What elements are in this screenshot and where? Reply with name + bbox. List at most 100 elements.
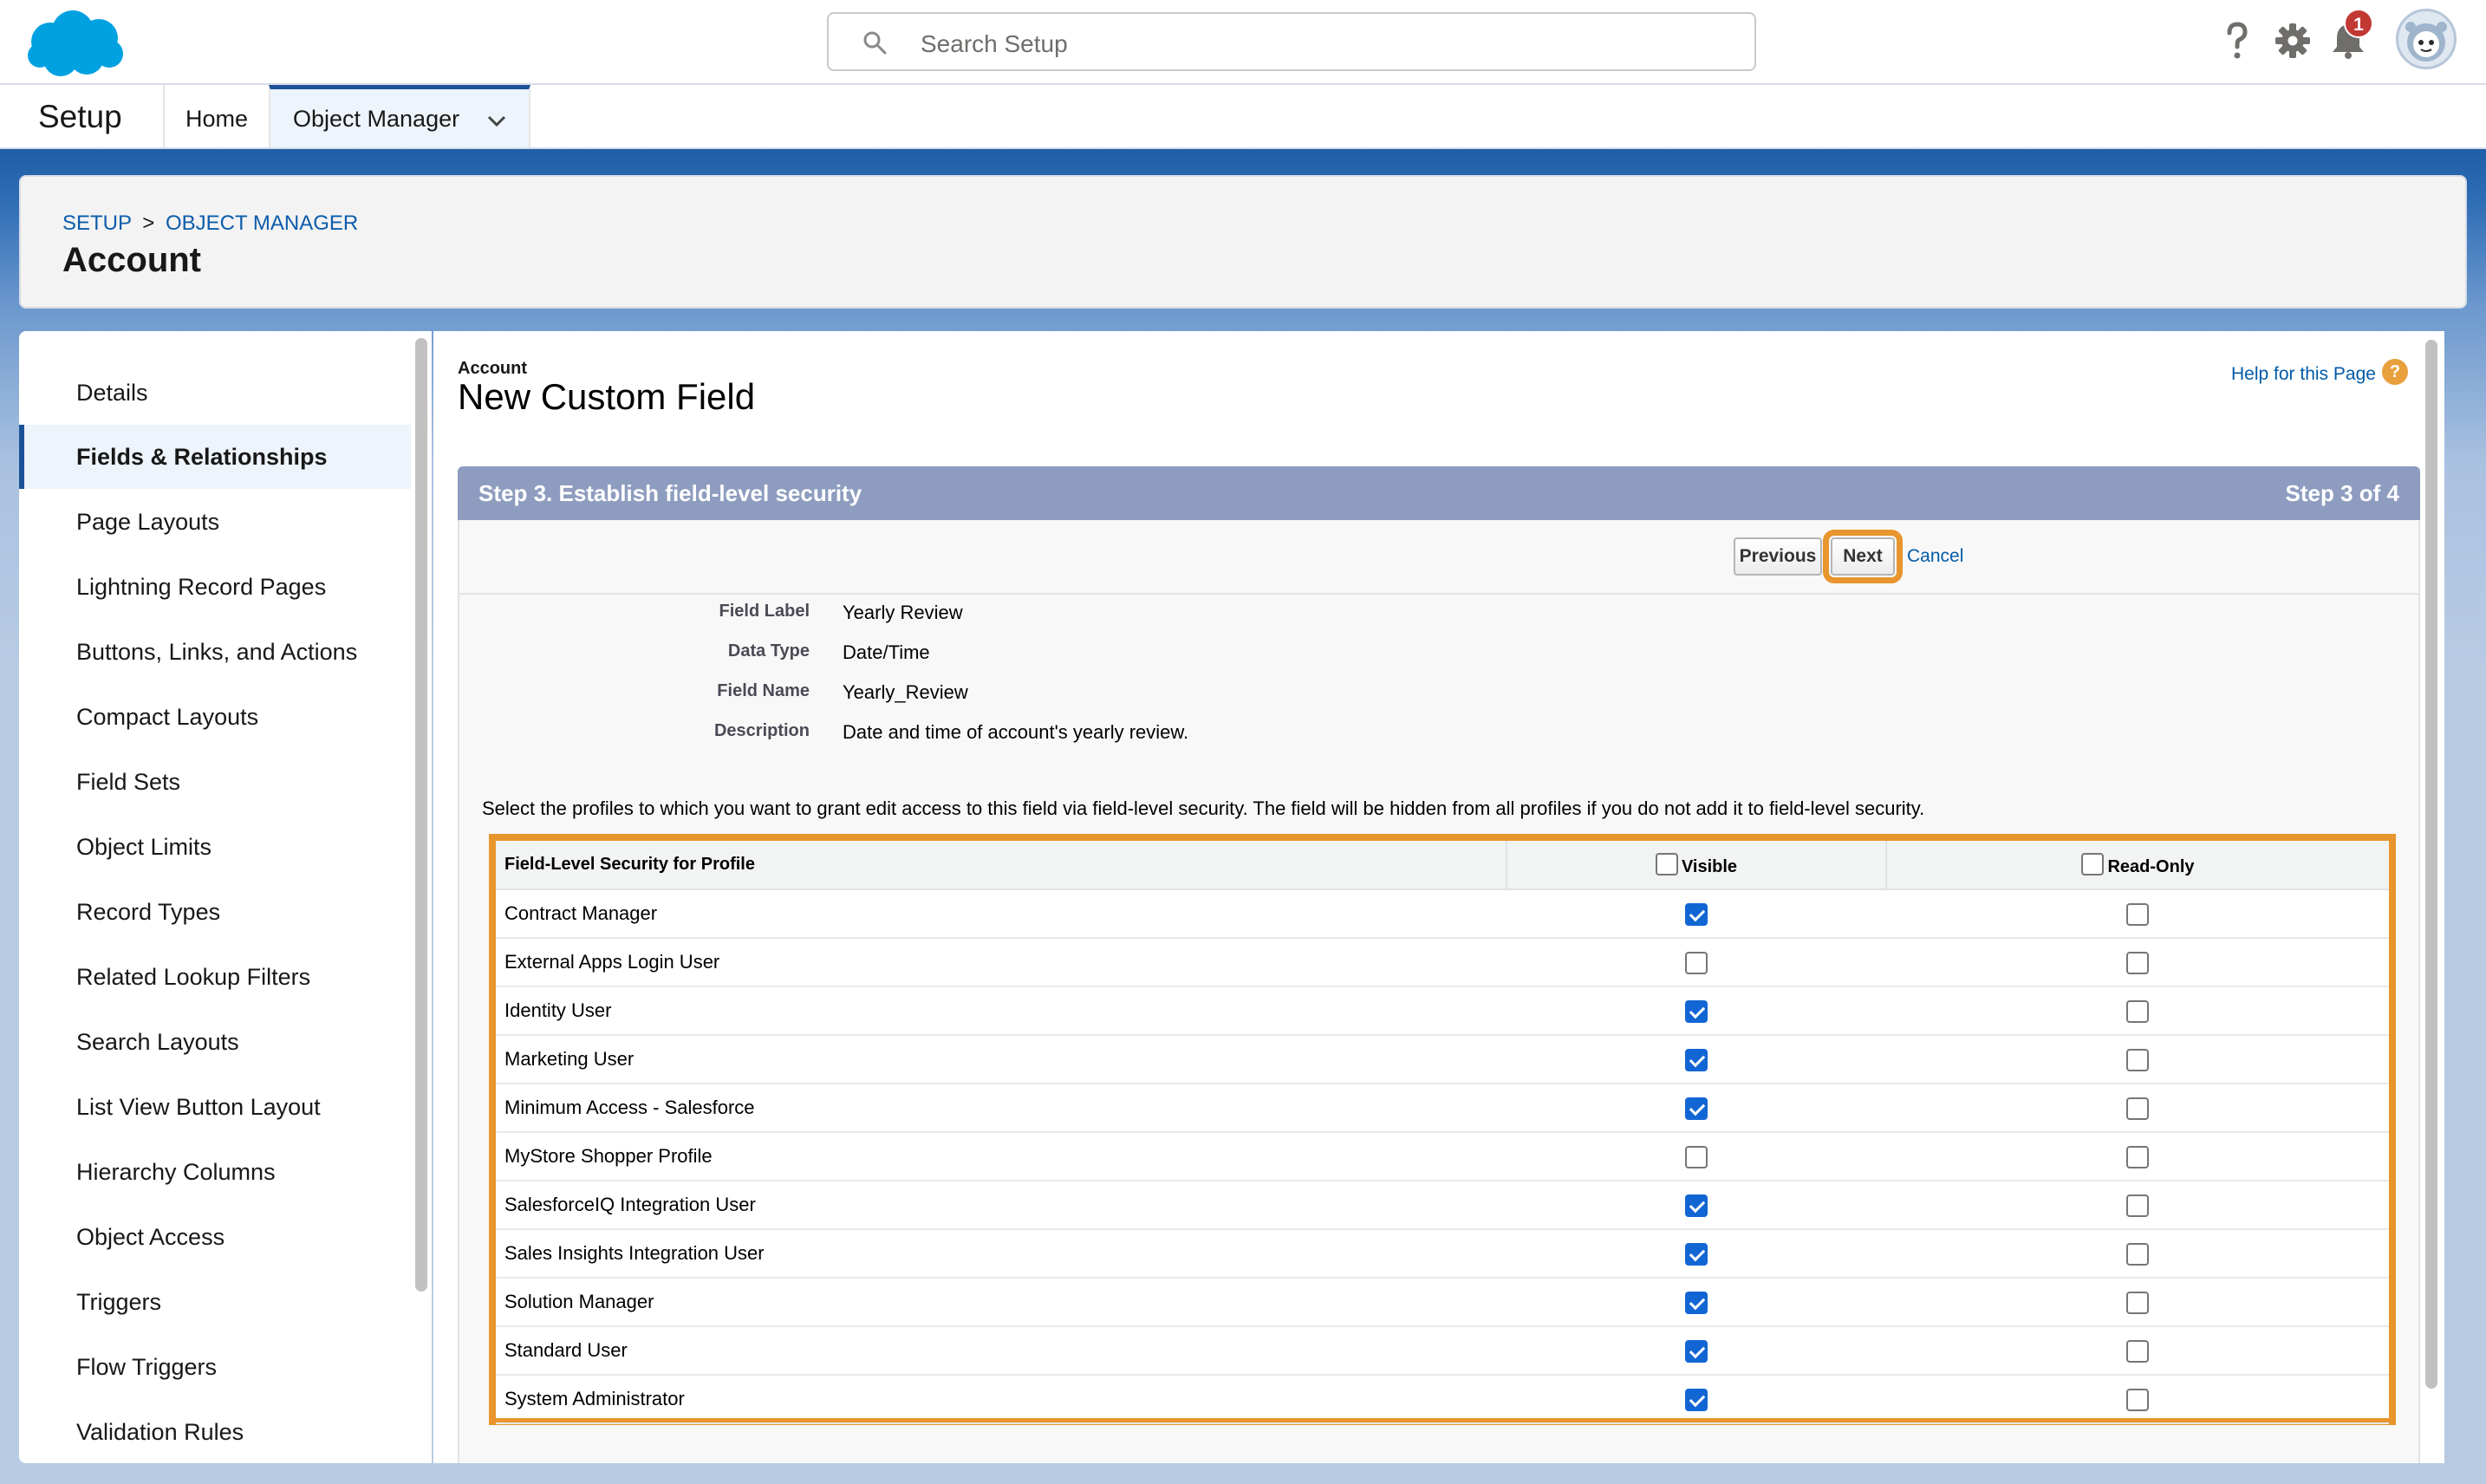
read-only-checkbox[interactable] <box>2126 1291 2149 1314</box>
table-header-row: Field-Level Security for Profile Visible… <box>496 841 2389 890</box>
main-content-panel: Account New Custom Field Help for this P… <box>433 331 2444 1463</box>
sidebar-item-validation-rules[interactable]: Validation Rules <box>19 1400 411 1463</box>
gear-icon[interactable] <box>2271 19 2314 62</box>
data-type-label: Data Type <box>727 641 810 661</box>
column-header-visible: Visible <box>1507 841 1887 890</box>
sidebar-item-record-types[interactable]: Record Types <box>19 880 411 944</box>
select-all-read-only-checkbox[interactable] <box>2081 852 2105 875</box>
profile-name: SalesforceIQ Integration User <box>496 1181 1507 1230</box>
salesforce-cloud-logo[interactable] <box>24 7 128 80</box>
chevron-down-icon[interactable] <box>484 108 510 134</box>
page-header-card: SETUP > OBJECT MANAGER Account <box>19 175 2467 309</box>
table-row: Sales Insights Integration User <box>496 1229 2389 1279</box>
main-scrollbar-thumb[interactable] <box>2425 340 2437 1389</box>
sidebar-scrollbar[interactable] <box>411 331 432 1463</box>
breadcrumb: SETUP > OBJECT MANAGER <box>62 212 358 236</box>
visible-checkbox[interactable] <box>1685 1242 1708 1266</box>
next-button[interactable]: Next <box>1823 530 1903 583</box>
avatar[interactable] <box>2396 9 2457 69</box>
help-circle-icon[interactable]: ? <box>2382 359 2408 385</box>
visible-checkbox[interactable] <box>1685 1145 1708 1168</box>
breadcrumb-setup[interactable]: SETUP <box>62 212 132 235</box>
visible-checkbox[interactable] <box>1685 1194 1708 1217</box>
column-header-profile: Field-Level Security for Profile <box>496 841 1507 890</box>
read-only-header-label: Read-Only <box>2107 856 2195 876</box>
sidebar-scrollbar-thumb[interactable] <box>415 338 427 1292</box>
previous-button[interactable]: Previous <box>1734 537 1822 576</box>
read-only-checkbox[interactable] <box>2126 1145 2149 1168</box>
context-nav-bar: Setup Home Object Manager <box>0 85 2486 149</box>
read-only-checkbox[interactable] <box>2126 1339 2149 1363</box>
help-icon[interactable] <box>2216 19 2259 62</box>
help-for-page-link[interactable]: Help for this Page <box>2231 364 2376 385</box>
main-scrollbar[interactable] <box>2420 331 2443 1463</box>
sidebar-item-related-lookup-filters[interactable]: Related Lookup Filters <box>19 945 411 1009</box>
tab-object-manager[interactable]: Object Manager <box>269 85 530 147</box>
read-only-checkbox[interactable] <box>2126 902 2149 926</box>
read-only-checkbox[interactable] <box>2126 1048 2149 1071</box>
field-name-label: Field Name <box>717 681 810 700</box>
visible-checkbox[interactable] <box>1685 902 1708 926</box>
sidebar-item-hierarchy-columns[interactable]: Hierarchy Columns <box>19 1140 411 1204</box>
sidebar-item-triggers[interactable]: Triggers <box>19 1270 411 1334</box>
read-only-checkbox[interactable] <box>2126 951 2149 974</box>
table-row: Identity User <box>496 986 2389 1036</box>
profile-name: Standard User <box>496 1326 1507 1376</box>
sidebar-item-compact-layouts[interactable]: Compact Layouts <box>19 685 411 749</box>
fls-table: Field-Level Security for Profile Visible… <box>496 841 2389 1424</box>
search-input[interactable]: Search Setup <box>827 12 1756 71</box>
sidebar-item-buttons-links-actions[interactable]: Buttons, Links, and Actions <box>19 620 411 684</box>
sidebar-item-flow-triggers[interactable]: Flow Triggers <box>19 1335 411 1399</box>
select-all-visible-checkbox[interactable] <box>1655 852 1678 875</box>
profile-name: External Apps Login User <box>496 938 1507 987</box>
profile-name: Solution Manager <box>496 1278 1507 1327</box>
step-header: Step 3. Establish field-level security S… <box>458 466 2420 520</box>
cancel-link[interactable]: Cancel <box>1907 546 1963 567</box>
step-title: Step 3. Establish field-level security <box>478 480 862 506</box>
table-row: Standard User <box>496 1326 2389 1376</box>
nav-divider <box>163 85 165 147</box>
visible-checkbox[interactable] <box>1685 951 1708 974</box>
sidebar-item-fields-relationships[interactable]: Fields & Relationships <box>19 425 411 489</box>
table-row: Minimum Access - Salesforce <box>496 1084 2389 1133</box>
sidebar-item-list-view-button-layout[interactable]: List View Button Layout <box>19 1075 411 1139</box>
read-only-checkbox[interactable] <box>2126 1388 2149 1411</box>
sidebar-item-object-limits[interactable]: Object Limits <box>19 815 411 879</box>
page-title: Account <box>62 241 201 279</box>
table-row: SalesforceIQ Integration User <box>496 1181 2389 1230</box>
step-count: Step 3 of 4 <box>2285 480 2399 506</box>
visible-checkbox[interactable] <box>1685 1097 1708 1120</box>
visible-checkbox[interactable] <box>1685 1339 1708 1363</box>
profile-name: MyStore Shopper Profile <box>496 1132 1507 1181</box>
breadcrumb-separator: > <box>142 212 155 235</box>
visible-checkbox[interactable] <box>1685 999 1708 1023</box>
visible-checkbox[interactable] <box>1685 1388 1708 1411</box>
sidebar-item-object-access[interactable]: Object Access <box>19 1205 411 1269</box>
field-label-value: Yearly Review <box>843 602 963 623</box>
profile-name: Marketing User <box>496 1035 1507 1084</box>
sidebar-item-lightning-record-pages[interactable]: Lightning Record Pages <box>19 555 411 619</box>
table-row: Contract Manager <box>496 889 2389 939</box>
read-only-checkbox[interactable] <box>2126 999 2149 1023</box>
field-label-label: Field Label <box>719 602 810 621</box>
sidebar-item-field-sets[interactable]: Field Sets <box>19 750 411 814</box>
profile-name: Sales Insights Integration User <box>496 1229 1507 1279</box>
visible-checkbox[interactable] <box>1685 1048 1708 1071</box>
app-name: Setup <box>38 99 122 134</box>
search-icon <box>863 31 887 55</box>
visible-checkbox[interactable] <box>1685 1291 1708 1314</box>
sidebar-item-page-layouts[interactable]: Page Layouts <box>19 490 411 554</box>
read-only-checkbox[interactable] <box>2126 1097 2149 1120</box>
astro-avatar-icon <box>2405 22 2447 62</box>
sidebar-item-search-layouts[interactable]: Search Layouts <box>19 1010 411 1074</box>
form-title: New Custom Field <box>458 376 756 417</box>
read-only-checkbox[interactable] <box>2126 1194 2149 1217</box>
sidebar-item-details[interactable]: Details <box>19 361 411 425</box>
read-only-checkbox[interactable] <box>2126 1242 2149 1266</box>
object-sidebar: Details Fields & Relationships Page Layo… <box>19 331 411 1463</box>
profile-name: System Administrator <box>496 1375 1507 1424</box>
table-row: MyStore Shopper Profile <box>496 1132 2389 1181</box>
tab-home[interactable]: Home <box>185 106 248 133</box>
notification-badge: 1 <box>2344 9 2373 38</box>
breadcrumb-object-manager[interactable]: OBJECT MANAGER <box>166 212 358 235</box>
